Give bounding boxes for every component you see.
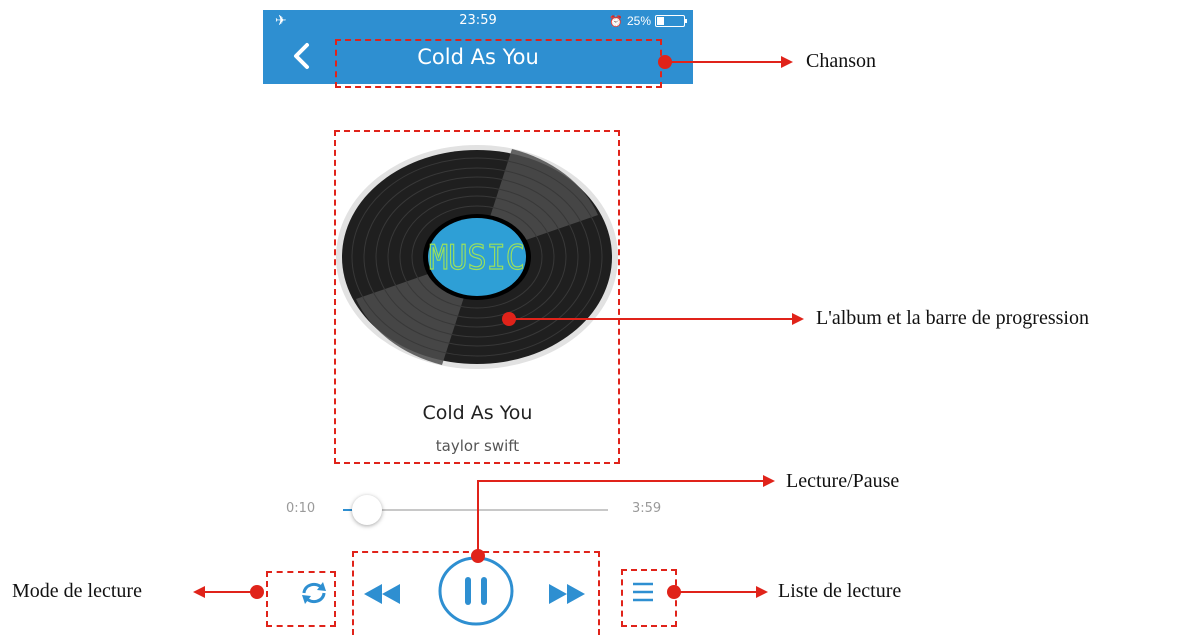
album-highlight: [334, 130, 620, 464]
progress-slider[interactable]: [343, 495, 608, 525]
battery-percent: 25%: [626, 14, 651, 28]
play-pause-annotation-arrow: [763, 475, 775, 487]
play-mode-highlight: [266, 571, 336, 627]
album-annotation-line: [509, 318, 794, 320]
playlist-annotation-line: [674, 591, 758, 593]
transport-highlight: [352, 551, 600, 635]
alarm-icon: ⏰: [609, 15, 623, 28]
playlist-annotation-label: Liste de lecture: [778, 580, 902, 602]
album-annotation-arrow: [792, 313, 804, 325]
album-annotation-label: L'album et la barre de progression: [816, 307, 1089, 329]
current-time: 0:10: [286, 501, 316, 516]
playlist-annotation-arrow: [756, 586, 768, 598]
playlist-highlight: [621, 569, 677, 627]
battery-icon: [655, 15, 687, 27]
status-bar: ✈ 23:59 ⏰ 25%: [263, 10, 693, 32]
battery-indicator: ⏰ 25%: [609, 14, 687, 28]
song-annotation-label: Chanson: [806, 50, 876, 72]
play-mode-annotation-label: Mode de lecture: [12, 580, 142, 602]
progress-thumb[interactable]: [352, 495, 383, 525]
play-pause-annotation-vline: [477, 480, 479, 555]
song-title-highlight: [335, 39, 662, 88]
song-annotation-arrow: [781, 56, 793, 68]
play-pause-annotation-label: Lecture/Pause: [786, 470, 900, 492]
play-pause-annotation-line: [477, 480, 765, 482]
total-time: 3:59: [632, 501, 662, 516]
play-mode-annotation-line: [205, 591, 257, 593]
song-annotation-line: [665, 61, 783, 63]
play-mode-annotation-arrow: [193, 586, 205, 598]
